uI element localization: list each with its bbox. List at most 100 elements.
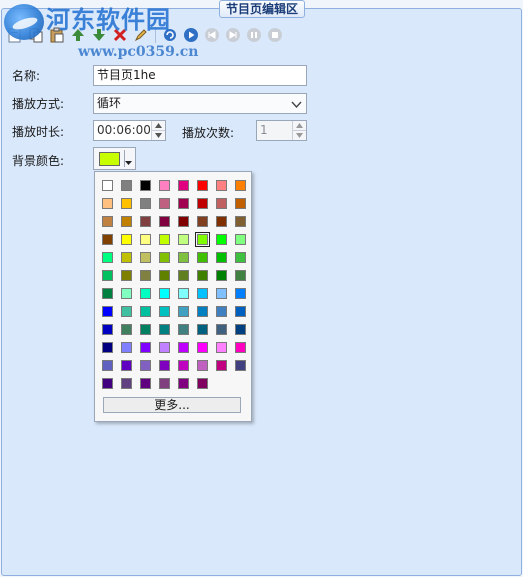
color-swatch[interactable]: [235, 252, 246, 263]
duration-input[interactable]: 00:06:00: [93, 120, 166, 141]
color-swatch[interactable]: [102, 180, 113, 191]
color-swatch[interactable]: [235, 342, 246, 353]
color-swatch[interactable]: [140, 288, 151, 299]
next-icon[interactable]: [224, 26, 242, 44]
color-swatch[interactable]: [140, 198, 151, 209]
color-swatch[interactable]: [216, 270, 227, 281]
color-swatch[interactable]: [178, 342, 189, 353]
color-swatch[interactable]: [235, 306, 246, 317]
duration-spinner[interactable]: [151, 121, 165, 140]
color-swatch[interactable]: [159, 180, 170, 191]
color-swatch[interactable]: [216, 288, 227, 299]
color-swatch[interactable]: [102, 288, 113, 299]
color-swatch[interactable]: [121, 180, 132, 191]
bg-color-picker-button[interactable]: [93, 147, 136, 170]
color-swatch[interactable]: [195, 232, 210, 247]
name-input[interactable]: 节目页1he: [93, 65, 307, 86]
color-swatch[interactable]: [178, 252, 189, 263]
color-swatch[interactable]: [235, 360, 246, 371]
color-swatch[interactable]: [178, 234, 189, 245]
color-swatch[interactable]: [121, 342, 132, 353]
color-swatch[interactable]: [140, 360, 151, 371]
color-swatch[interactable]: [159, 288, 170, 299]
color-swatch[interactable]: [140, 234, 151, 245]
color-swatch[interactable]: [178, 270, 189, 281]
color-swatch[interactable]: [102, 306, 113, 317]
color-swatch[interactable]: [159, 378, 170, 389]
color-swatch[interactable]: [140, 306, 151, 317]
color-swatch[interactable]: [216, 324, 227, 335]
color-swatch[interactable]: [178, 306, 189, 317]
color-swatch[interactable]: [102, 234, 113, 245]
color-swatch[interactable]: [121, 306, 132, 317]
spin-up-icon[interactable]: [293, 121, 306, 131]
color-swatch[interactable]: [159, 198, 170, 209]
color-swatch[interactable]: [121, 216, 132, 227]
color-swatch[interactable]: [216, 360, 227, 371]
color-swatch[interactable]: [159, 360, 170, 371]
color-swatch[interactable]: [178, 198, 189, 209]
color-swatch[interactable]: [197, 252, 208, 263]
color-swatch[interactable]: [140, 180, 151, 191]
color-swatch[interactable]: [102, 360, 113, 371]
color-swatch[interactable]: [178, 378, 189, 389]
color-swatch[interactable]: [159, 324, 170, 335]
color-swatch[interactable]: [121, 360, 132, 371]
color-swatch[interactable]: [197, 180, 208, 191]
color-swatch[interactable]: [197, 216, 208, 227]
color-swatch[interactable]: [140, 378, 151, 389]
color-swatch[interactable]: [121, 324, 132, 335]
color-swatch[interactable]: [197, 324, 208, 335]
color-swatch[interactable]: [102, 342, 113, 353]
spin-up-icon[interactable]: [152, 121, 165, 131]
color-swatch[interactable]: [121, 288, 132, 299]
color-swatch[interactable]: [178, 324, 189, 335]
color-swatch[interactable]: [235, 180, 246, 191]
color-swatch[interactable]: [159, 342, 170, 353]
color-swatch[interactable]: [121, 198, 132, 209]
color-swatch[interactable]: [197, 288, 208, 299]
spin-down-icon[interactable]: [293, 131, 306, 140]
color-swatch[interactable]: [159, 270, 170, 281]
color-swatch[interactable]: [140, 324, 151, 335]
color-swatch[interactable]: [140, 252, 151, 263]
color-swatch[interactable]: [235, 270, 246, 281]
color-swatch[interactable]: [159, 234, 170, 245]
color-swatch[interactable]: [102, 378, 113, 389]
spin-down-icon[interactable]: [152, 131, 165, 140]
color-swatch[interactable]: [235, 198, 246, 209]
color-swatch[interactable]: [140, 342, 151, 353]
color-swatch[interactable]: [216, 216, 227, 227]
color-swatch[interactable]: [216, 306, 227, 317]
color-swatch[interactable]: [102, 198, 113, 209]
play-icon[interactable]: [182, 26, 200, 44]
color-swatch[interactable]: [178, 216, 189, 227]
color-swatch[interactable]: [102, 216, 113, 227]
color-swatch[interactable]: [197, 306, 208, 317]
color-swatch[interactable]: [121, 378, 132, 389]
color-swatch[interactable]: [178, 288, 189, 299]
color-swatch[interactable]: [140, 216, 151, 227]
previous-icon[interactable]: [203, 26, 221, 44]
color-swatch[interactable]: [102, 324, 113, 335]
color-swatch[interactable]: [121, 252, 132, 263]
color-swatch[interactable]: [121, 270, 132, 281]
pause-icon[interactable]: [245, 26, 263, 44]
color-swatch[interactable]: [235, 324, 246, 335]
color-swatch[interactable]: [178, 180, 189, 191]
color-swatch[interactable]: [159, 216, 170, 227]
color-swatch[interactable]: [102, 252, 113, 263]
color-swatch[interactable]: [197, 270, 208, 281]
color-swatch[interactable]: [216, 234, 227, 245]
color-swatch[interactable]: [197, 342, 208, 353]
color-swatch[interactable]: [159, 252, 170, 263]
count-input[interactable]: 1: [256, 120, 307, 141]
count-spinner[interactable]: [292, 121, 306, 140]
color-swatch[interactable]: [216, 252, 227, 263]
color-swatch[interactable]: [140, 270, 151, 281]
more-colors-button[interactable]: 更多...: [103, 397, 241, 413]
color-swatch[interactable]: [121, 234, 132, 245]
mode-select[interactable]: 循环: [93, 93, 307, 114]
color-swatch[interactable]: [235, 216, 246, 227]
color-swatch[interactable]: [216, 180, 227, 191]
